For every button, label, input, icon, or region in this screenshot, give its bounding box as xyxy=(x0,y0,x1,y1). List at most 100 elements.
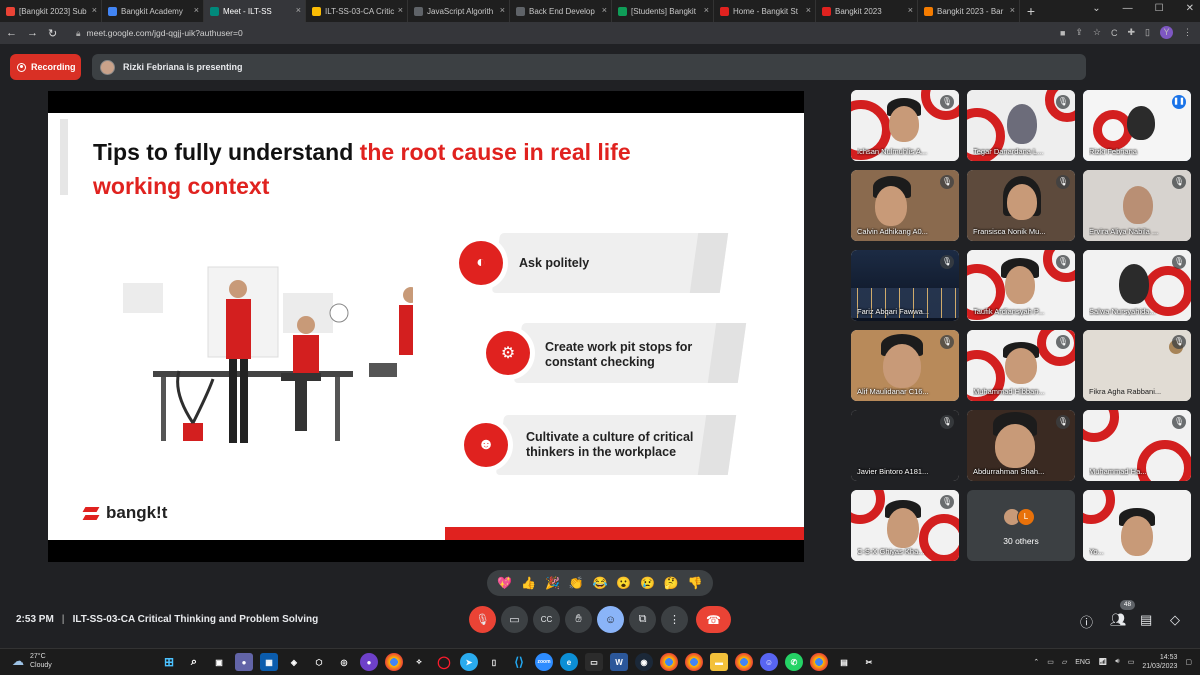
recording-indicator[interactable]: Recording xyxy=(10,54,81,80)
close-tab-icon[interactable]: × xyxy=(1010,5,1015,15)
participant-tile[interactable]: 🎙︎ Javier Bintoro A181... xyxy=(851,410,959,481)
word-icon[interactable]: W xyxy=(610,653,628,671)
meeting-details-button[interactable]: ⓘ xyxy=(1080,612,1093,631)
participant-tile[interactable]: 🎙︎ Ichsan Nulmuhlis A... xyxy=(851,90,959,161)
browser-tab[interactable]: Bangkit Academy × xyxy=(102,0,204,22)
close-tab-icon[interactable]: × xyxy=(92,5,97,15)
back-icon[interactable]: ← xyxy=(6,27,17,39)
participant-tile[interactable]: 🎙︎ Abdurrahman Shah... xyxy=(967,410,1075,481)
wifi-icon[interactable]: 📶︎ xyxy=(1098,658,1107,666)
extension-c-icon[interactable]: C xyxy=(1111,28,1118,38)
participant-tile[interactable]: 🎙︎ C-S-X Ghiyas Kha... xyxy=(851,490,959,561)
chrome-icon[interactable] xyxy=(385,653,403,671)
new-tab-button[interactable]: + xyxy=(1020,3,1042,19)
participant-tile[interactable]: 🎙︎ Fikra Agha Rabbani... xyxy=(1083,330,1191,401)
reaction-thumbs-down-button[interactable]: 👎 xyxy=(688,576,703,590)
discord-icon[interactable]: ☺ xyxy=(760,653,778,671)
reaction-thumbs-up-button[interactable]: 👍 xyxy=(521,576,536,590)
steam-icon[interactable]: ◉ xyxy=(635,653,653,671)
edge-icon[interactable]: e xyxy=(560,653,578,671)
widgets-icon[interactable]: ▦ xyxy=(260,653,278,671)
close-tab-icon[interactable]: × xyxy=(602,5,607,15)
profile-avatar[interactable]: Y xyxy=(1160,26,1173,39)
app-icon[interactable]: ⬡ xyxy=(310,653,328,671)
browser-menu-icon[interactable]: ⋮ xyxy=(1183,27,1192,38)
system-clock[interactable]: 14:53 21/03/2023 xyxy=(1142,653,1177,671)
extensions-puzzle-icon[interactable]: ✚ xyxy=(1128,27,1136,38)
teams-chat-icon[interactable]: ● xyxy=(235,653,253,671)
camera-toggle-button[interactable]: ▭ xyxy=(501,606,528,633)
participant-tile[interactable]: 🎙︎ Taufik Ardiansyah P... xyxy=(967,250,1075,321)
close-window-icon[interactable]: ✕ xyxy=(1186,3,1194,14)
chrome-icon[interactable] xyxy=(660,653,678,671)
snipping-tool-icon[interactable]: ✂ xyxy=(860,653,878,671)
zoom-icon[interactable]: zoom xyxy=(535,653,553,671)
participant-tile[interactable]: 🎙︎ Fransisca Nonik Mu... xyxy=(967,170,1075,241)
close-tab-icon[interactable]: × xyxy=(296,5,301,15)
url-field[interactable]: 🔒︎ meet.google.com/jgd-qgjj-uik?authuser=… xyxy=(76,28,243,39)
windows-start-icon[interactable]: ⊞ xyxy=(160,653,178,671)
browser-tab-active[interactable]: Meet - ILT-SS × xyxy=(204,0,306,22)
app-tray-icon[interactable]: ▭ xyxy=(1047,658,1054,666)
participant-tile-speaking[interactable]: ❚❚ Rizki Febriana xyxy=(1083,90,1191,161)
opera-icon[interactable]: ◯ xyxy=(435,653,453,671)
participant-tile[interactable]: 🎙︎ Muhammad Ha... xyxy=(1083,410,1191,481)
volume-icon[interactable]: 🔊︎ xyxy=(1115,658,1119,666)
more-options-button[interactable]: ⋮ xyxy=(661,606,688,633)
close-tab-icon[interactable]: × xyxy=(500,5,505,15)
captions-button[interactable]: CC xyxy=(533,606,560,633)
raise-hand-button[interactable]: ✋︎ xyxy=(565,606,592,633)
battery-icon[interactable]: ▭ xyxy=(1128,658,1135,666)
reaction-sad-button[interactable]: 😢 xyxy=(640,576,655,590)
participant-tile[interactable]: 🎙︎ Ervira Aliya Nabila ... xyxy=(1083,170,1191,241)
camera-in-use-icon[interactable]: ■ xyxy=(1060,28,1065,38)
browser-tab[interactable]: Bangkit 2023 - Bar × xyxy=(918,0,1020,22)
task-view-icon[interactable]: ▣ xyxy=(210,653,228,671)
close-tab-icon[interactable]: × xyxy=(194,5,199,15)
browser-tab[interactable]: [Bangkit 2023] Sub × xyxy=(0,0,102,22)
reaction-surprised-button[interactable]: 😮 xyxy=(616,576,631,590)
app-icon[interactable]: ◈ xyxy=(285,653,303,671)
app-icon[interactable]: ▤ xyxy=(835,653,853,671)
maximize-icon[interactable]: ☐ xyxy=(1155,3,1164,14)
participant-tile[interactable]: 🎙︎ Tegar Danardana L... xyxy=(967,90,1075,161)
reaction-party-button[interactable]: 🎉 xyxy=(545,576,560,590)
participant-tile[interactable]: 🎙︎ Muhammad Hibban... xyxy=(967,330,1075,401)
reload-icon[interactable]: ↻ xyxy=(48,27,57,40)
others-tile[interactable]: L 30 others xyxy=(967,490,1075,561)
bookmark-star-icon[interactable]: ☆ xyxy=(1093,27,1101,38)
search-icon[interactable]: ⌕ xyxy=(185,653,203,671)
file-explorer-icon[interactable]: ▬ xyxy=(710,653,728,671)
activities-button[interactable]: ◇ xyxy=(1170,612,1180,628)
language-indicator[interactable]: ENG xyxy=(1075,659,1090,666)
file-icon[interactable]: ▯ xyxy=(485,653,503,671)
close-tab-icon[interactable]: × xyxy=(704,5,709,15)
present-screen-button[interactable]: ⧉ xyxy=(629,606,656,633)
tab-search-icon[interactable]: ⌄ xyxy=(1092,3,1100,14)
tray-overflow-icon[interactable]: ⌃ xyxy=(1033,658,1039,666)
microphone-toggle-button[interactable]: 🎙︎ xyxy=(469,606,496,633)
telegram-icon[interactable]: ➤ xyxy=(460,653,478,671)
minimize-icon[interactable]: — xyxy=(1123,3,1133,14)
chat-button[interactable]: ▤ xyxy=(1140,612,1152,628)
chrome-icon[interactable] xyxy=(810,653,828,671)
chrome-icon[interactable] xyxy=(685,653,703,671)
browser-tab[interactable]: Back End Develop × xyxy=(510,0,612,22)
github-icon[interactable]: ● xyxy=(360,653,378,671)
browser-tab[interactable]: Home - Bangkit St × xyxy=(714,0,816,22)
share-icon[interactable]: ⇪ xyxy=(1075,27,1083,38)
app-icon[interactable]: ⟡ xyxy=(410,653,428,671)
app-tray-icon[interactable]: ▱ xyxy=(1062,658,1067,666)
browser-tab[interactable]: JavaScript Algorith × xyxy=(408,0,510,22)
browser-tab[interactable]: ILT-SS-03-CA Critic × xyxy=(306,0,408,22)
browser-tab[interactable]: [Students] Bangkit × xyxy=(612,0,714,22)
leave-call-button[interactable]: ☎︎ xyxy=(696,606,731,633)
people-button[interactable]: 👥︎ xyxy=(1110,612,1127,628)
vscode-icon[interactable]: ⟨⟩ xyxy=(510,653,528,671)
participant-tile[interactable]: 🎙︎ Salwa Nursyahida... xyxy=(1083,250,1191,321)
reaction-laugh-button[interactable]: 😂 xyxy=(592,576,607,590)
forward-icon[interactable]: → xyxy=(27,27,38,39)
close-tab-icon[interactable]: × xyxy=(806,5,811,15)
notifications-icon[interactable]: ▢ xyxy=(1185,658,1192,666)
participant-tile[interactable]: Yo... xyxy=(1083,490,1191,561)
